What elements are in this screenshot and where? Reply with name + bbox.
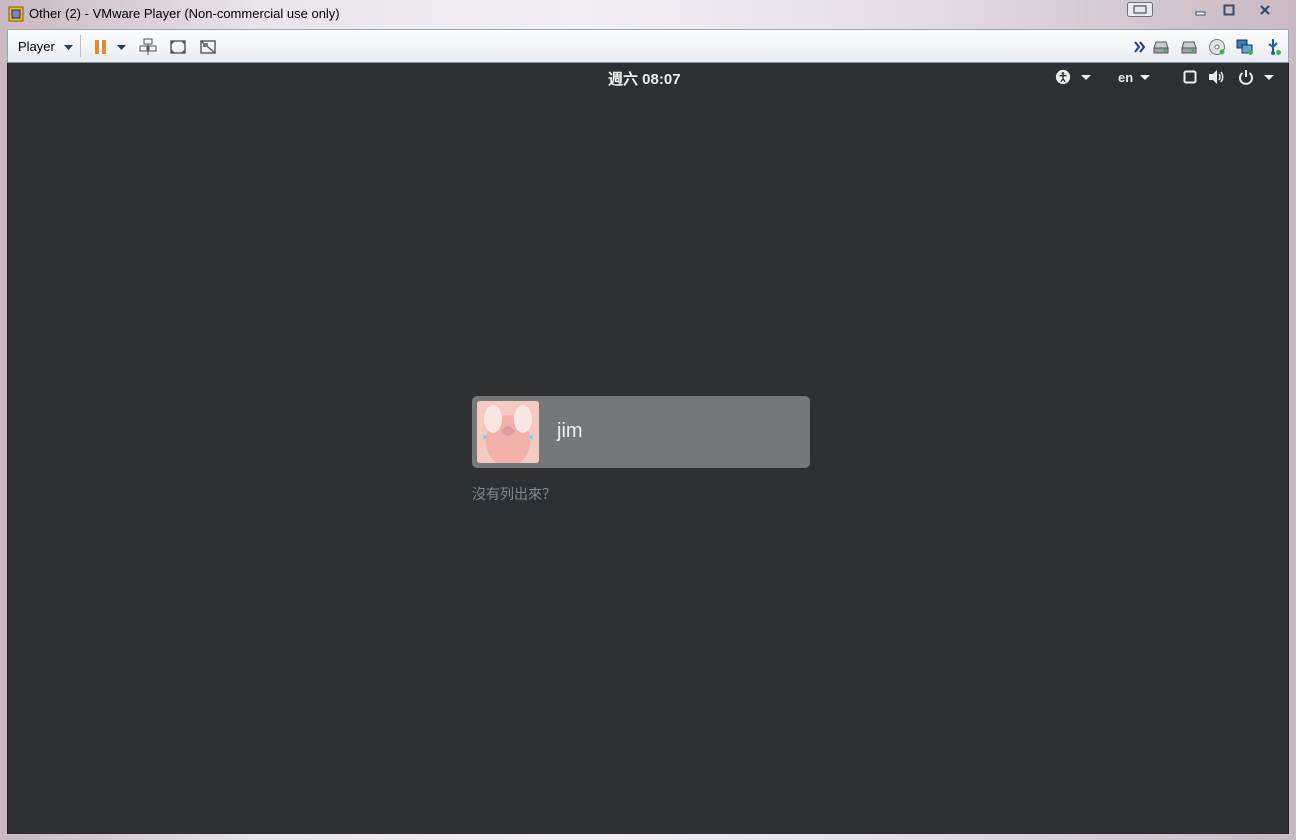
title-bar[interactable]: Other (2) - VMware Player (Non-commercia… (0, 0, 1296, 28)
restore-down-special-button[interactable] (1124, 0, 1156, 19)
network-adapter-icon[interactable] (1236, 38, 1254, 56)
username-label: jim (557, 420, 583, 442)
pause-dropdown-chevron-icon[interactable] (116, 38, 128, 56)
user-avatar (477, 401, 539, 463)
volume-icon[interactable] (1208, 69, 1226, 85)
usb-device-icon[interactable] (1264, 38, 1282, 56)
maximize-button[interactable] (1218, 0, 1240, 19)
hard-disk-icon[interactable] (1152, 38, 1170, 56)
accessibility-icon[interactable] (1054, 69, 1072, 85)
power-icon[interactable] (1238, 69, 1254, 85)
input-source-chevron-icon[interactable] (1140, 69, 1150, 85)
send-ctrl-alt-del-icon[interactable] (139, 38, 157, 56)
cd-dvd-icon[interactable] (1208, 38, 1226, 56)
clock[interactable]: 週六 08:07 (608, 68, 681, 89)
more-devices-icon[interactable] (1134, 38, 1146, 56)
toolbar-divider (80, 35, 81, 57)
vmware-player-window: Other (2) - VMware Player (Non-commercia… (0, 0, 1296, 840)
system-menu-chevron-icon[interactable] (1264, 69, 1274, 85)
close-button[interactable] (1254, 0, 1276, 19)
chevron-down-icon (64, 44, 74, 50)
vm-display[interactable]: 週六 08:07 en jim 沒有列出來？ (7, 63, 1289, 834)
player-menu-button[interactable]: Player (18, 39, 74, 54)
input-source-label[interactable]: en (1118, 70, 1133, 85)
player-menu-label: Player (18, 39, 55, 54)
vmware-app-icon (8, 6, 24, 22)
pause-icon[interactable] (92, 38, 110, 56)
accessibility-menu-chevron-icon[interactable] (1081, 69, 1091, 85)
user-list-item[interactable]: jim (472, 396, 810, 468)
screen-icon[interactable] (1183, 69, 1197, 85)
full-screen-icon[interactable] (169, 38, 187, 56)
gnome-top-bar: 週六 08:07 en (8, 63, 1288, 91)
unity-icon[interactable] (199, 38, 217, 56)
vmware-toolbar: Player (7, 29, 1289, 63)
minimize-button[interactable] (1190, 0, 1212, 19)
window-title: Other (2) - VMware Player (Non-commercia… (29, 6, 340, 21)
hard-disk-2-icon[interactable] (1180, 38, 1198, 56)
not-listed-link[interactable]: 沒有列出來？ (472, 484, 556, 504)
